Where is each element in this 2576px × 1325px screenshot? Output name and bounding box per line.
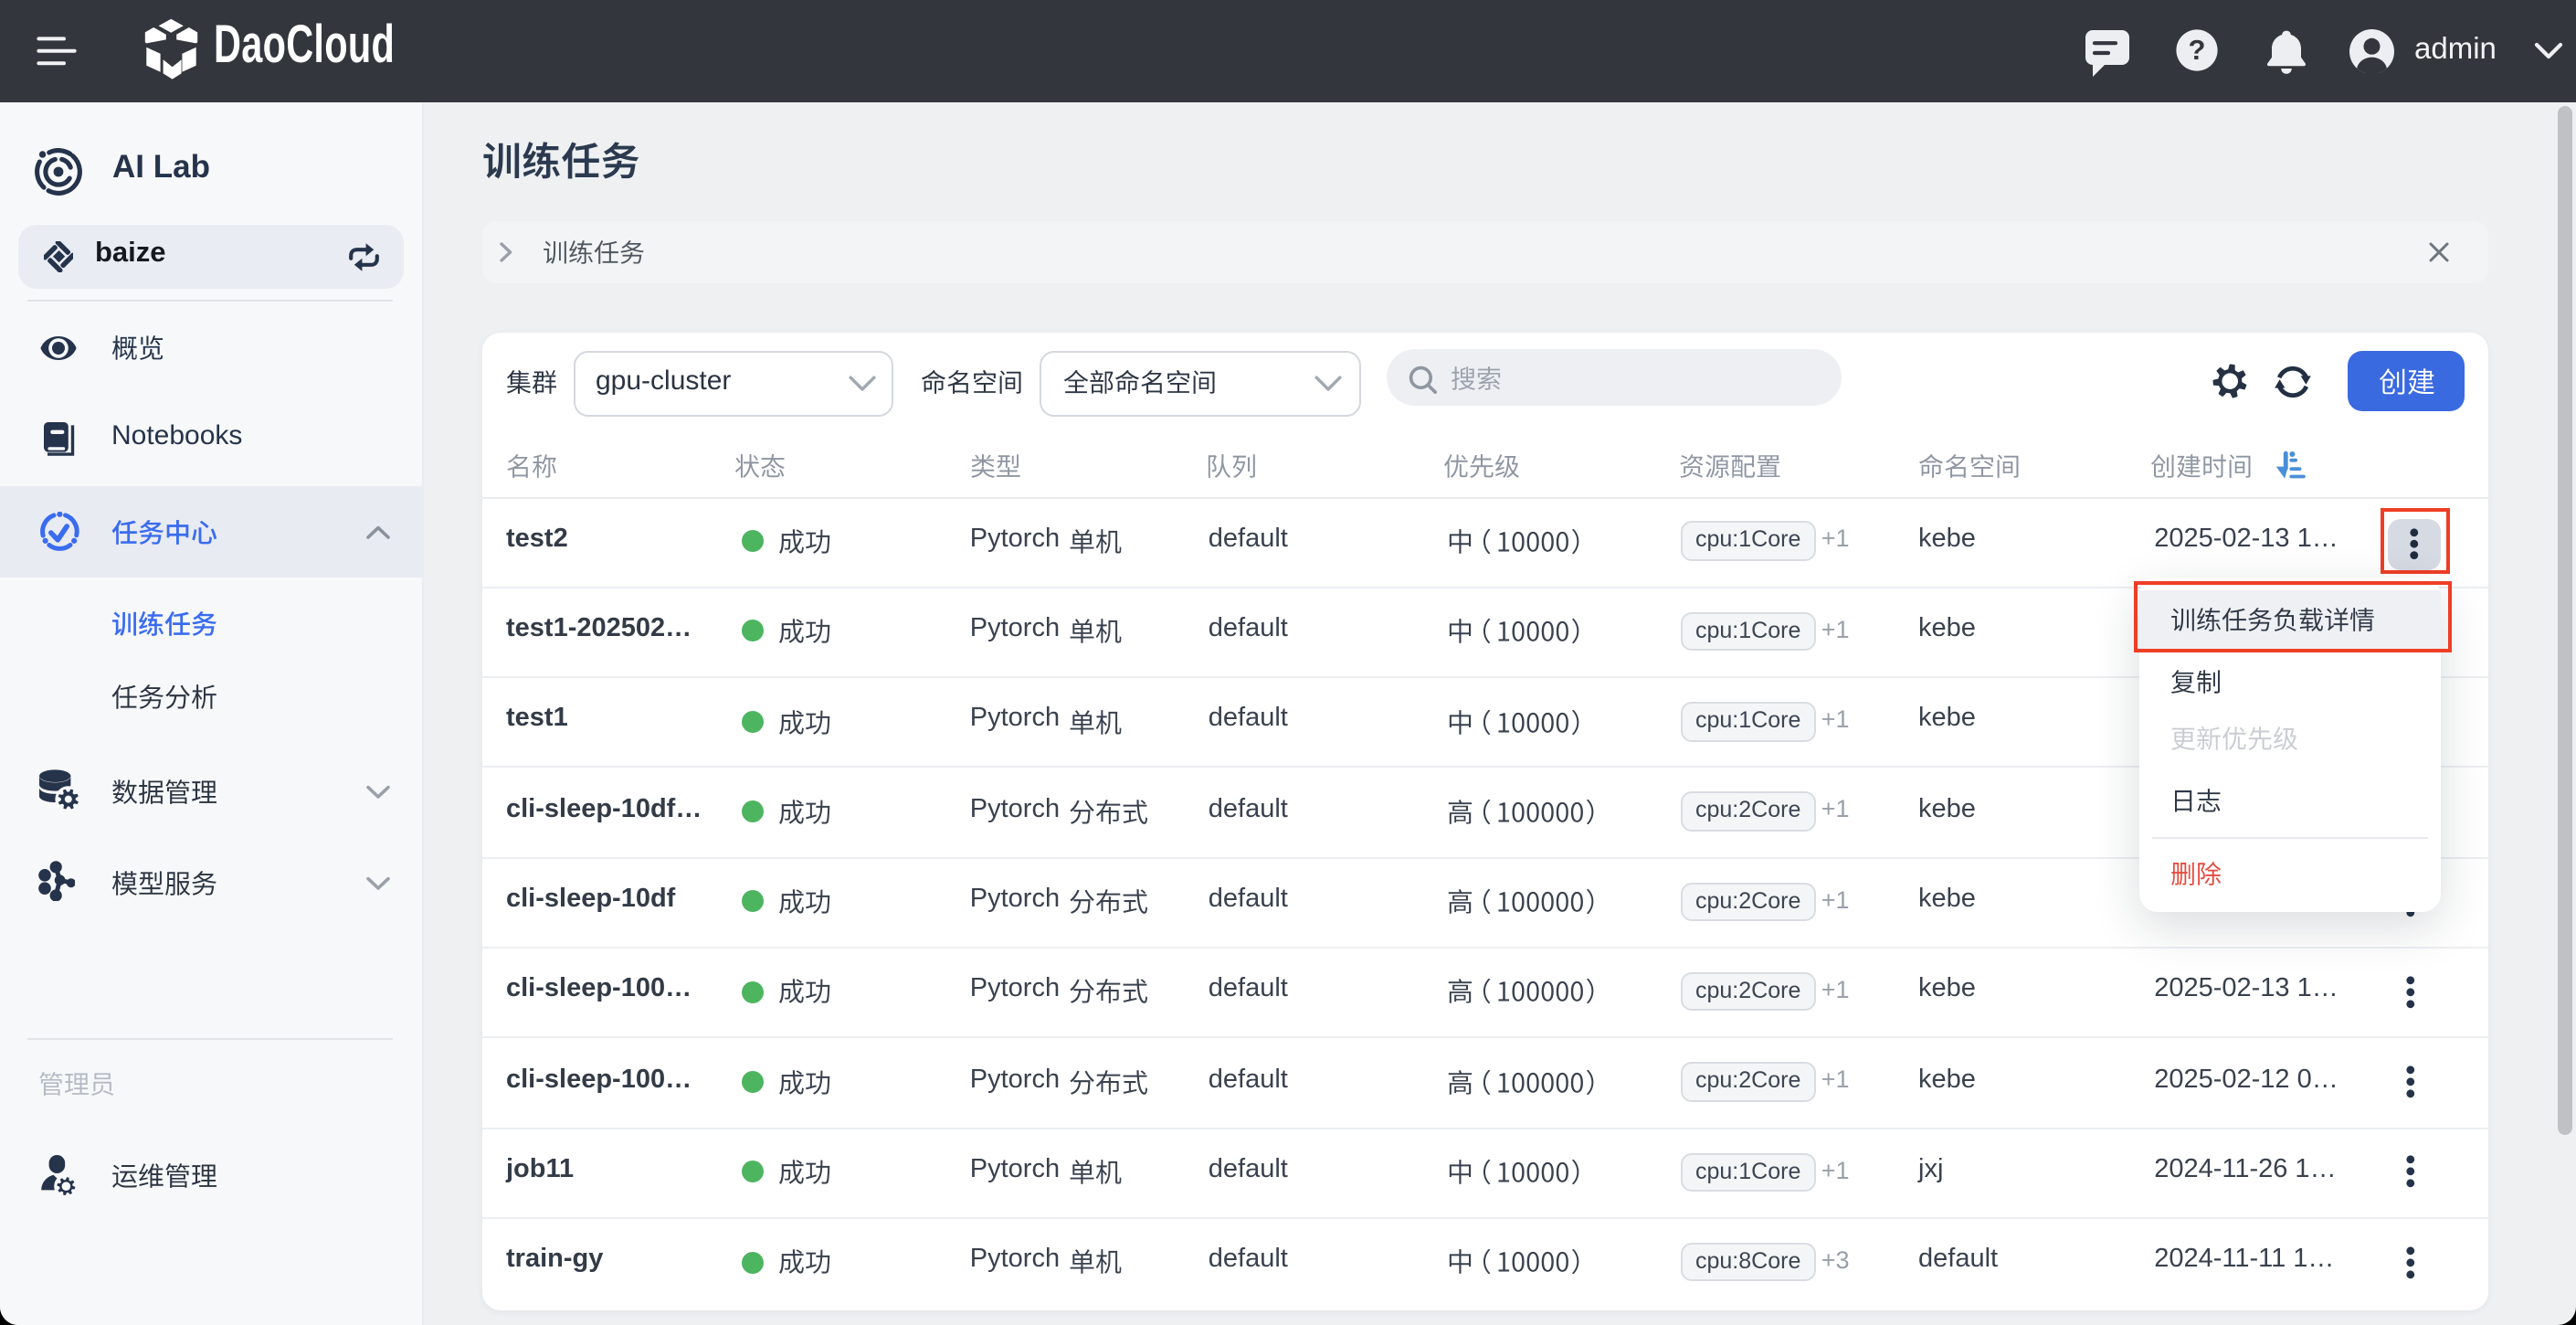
svg-text:?: ?	[2188, 35, 2205, 67]
